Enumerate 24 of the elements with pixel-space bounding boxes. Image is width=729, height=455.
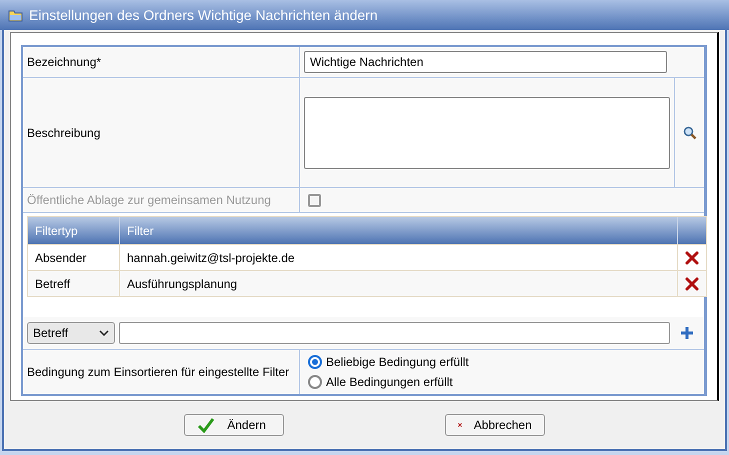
ok-button[interactable]: Ändern — [184, 414, 284, 436]
window-title: Einstellungen des Ordners Wichtige Nachrichten ändern — [29, 6, 378, 25]
add-icon[interactable] — [680, 326, 694, 340]
description-field[interactable] — [304, 96, 670, 168]
field-label: Bezeichnung* — [27, 54, 102, 71]
field-label: Beschreibung — [27, 124, 100, 142]
check-icon — [197, 417, 216, 433]
folder-icon — [8, 8, 23, 22]
name-field[interactable]: Wichtige Nachrichten — [304, 51, 667, 73]
option-label: Beliebige Bedingung erfüllt — [326, 354, 469, 371]
field-label: Öffentliche Ablage zur gemeinsamen Nutzung — [27, 192, 271, 209]
chevron-down-icon — [99, 330, 109, 336]
field-label: Bedingung zum Einsortieren für eingestellte Filter — [27, 364, 290, 381]
radio-button[interactable] — [308, 355, 322, 369]
table-cell: Betreff — [28, 271, 120, 296]
table-cell: Ausführungsplanung — [120, 271, 678, 296]
delete-icon[interactable] — [685, 250, 699, 264]
radio-button[interactable] — [308, 375, 322, 389]
filter-field[interactable] — [119, 322, 670, 344]
option-label: Alle Bedingungen erfüllt — [326, 374, 453, 391]
cancel-button[interactable]: Abbrechen — [444, 414, 545, 436]
type-dropdown[interactable]: Betreff — [27, 322, 115, 344]
delete-icon[interactable] — [685, 276, 699, 290]
search-icon[interactable] — [682, 126, 696, 140]
